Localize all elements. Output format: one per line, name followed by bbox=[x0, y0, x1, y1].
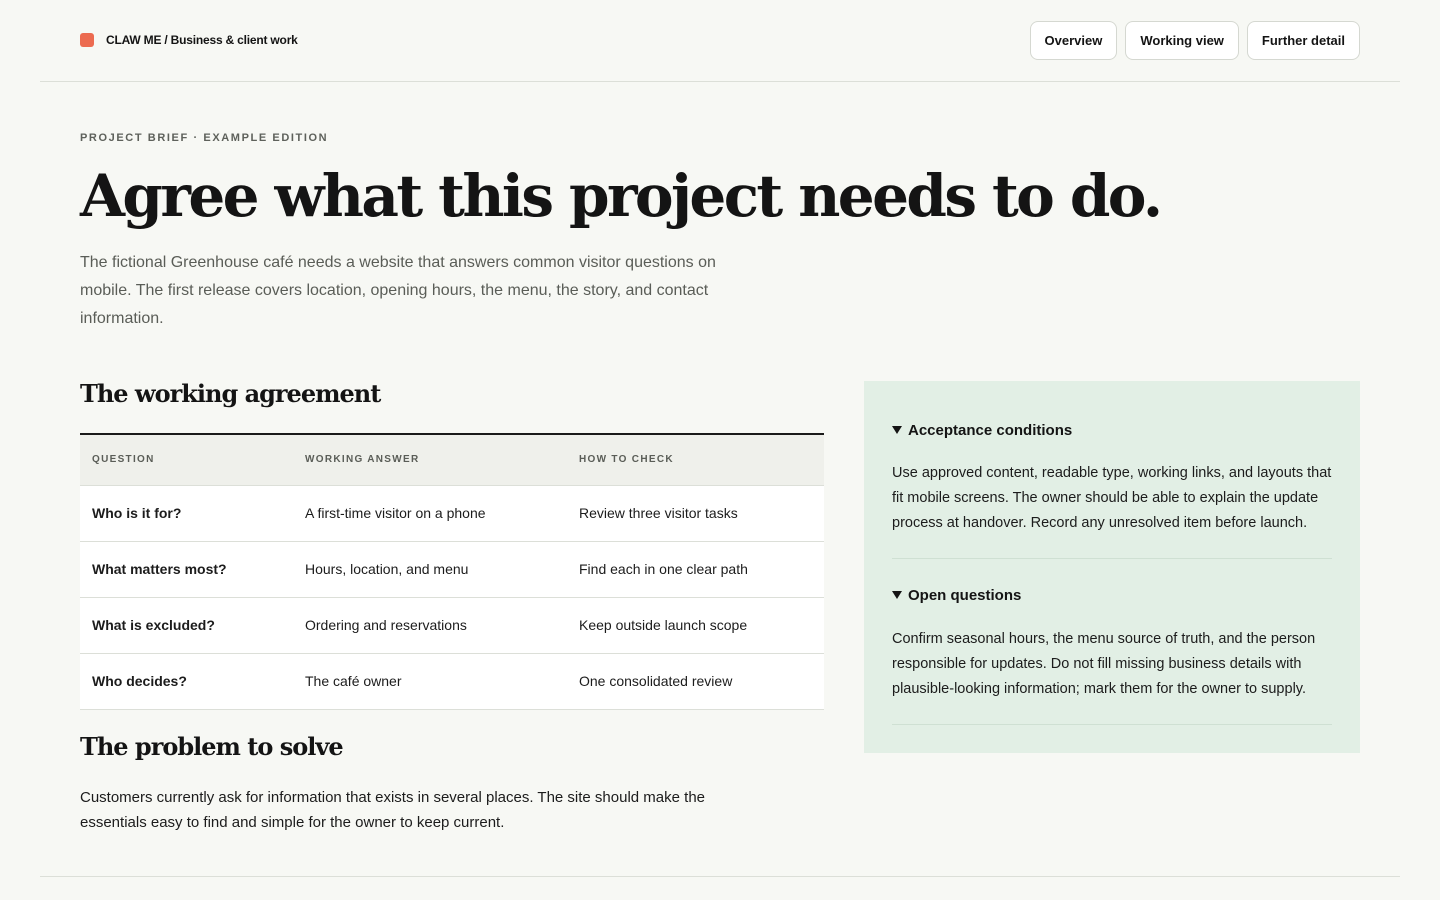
caret-down-icon bbox=[892, 591, 902, 599]
nav-working-view-button[interactable]: Working view bbox=[1125, 21, 1239, 60]
page-title: Agree what this project needs to do. bbox=[80, 162, 1163, 230]
cell-how-to-check: Find each in one clear path bbox=[567, 540, 824, 597]
open-questions-details: Open questions Confirm seasonal hours, t… bbox=[892, 559, 1332, 725]
nav-overview-button[interactable]: Overview bbox=[1029, 21, 1118, 60]
agreement-title: The working agreement bbox=[80, 379, 381, 408]
cell-how-to-check: Review three visitor tasks bbox=[567, 484, 824, 541]
column-header-how-to-check: HOW TO CHECK bbox=[567, 433, 824, 485]
top-bar: CLAW ME / Business & client work Overvie… bbox=[40, 0, 1400, 82]
details-panel: Acceptance conditions Use approved conte… bbox=[864, 381, 1360, 753]
cell-working-answer: Hours, location, and menu bbox=[293, 540, 567, 597]
table-row: Who decides? The café owner One consolid… bbox=[80, 652, 824, 710]
footer-divider bbox=[40, 876, 1400, 877]
cell-how-to-check: One consolidated review bbox=[567, 652, 824, 710]
column-header-question: QUESTION bbox=[80, 433, 293, 485]
acceptance-conditions-toggle[interactable]: Acceptance conditions bbox=[892, 421, 1332, 439]
column-header-working-answer: WORKING ANSWER bbox=[293, 433, 567, 485]
problem-text: Customers currently ask for information … bbox=[80, 789, 705, 831]
cell-question: What is excluded? bbox=[80, 596, 293, 653]
cell-question: What matters most? bbox=[80, 540, 293, 597]
acceptance-conditions-body: Use approved content, readable type, wor… bbox=[892, 465, 1332, 531]
table-row: What matters most? Hours, location, and … bbox=[80, 540, 824, 597]
cell-question: Who decides? bbox=[80, 652, 293, 710]
table-row: Who is it for? A first-time visitor on a… bbox=[80, 484, 824, 541]
cell-question: Who is it for? bbox=[80, 484, 293, 541]
top-nav: Overview Working view Further detail bbox=[1029, 21, 1360, 60]
open-questions-body: Confirm seasonal hours, the menu source … bbox=[892, 631, 1316, 697]
problem-title: The problem to solve bbox=[80, 732, 344, 761]
cell-how-to-check: Keep outside launch scope bbox=[567, 596, 824, 653]
open-questions-toggle[interactable]: Open questions bbox=[892, 586, 1332, 604]
page-lede: The fictional Greenhouse café needs a we… bbox=[80, 254, 716, 327]
cell-working-answer: Ordering and reservations bbox=[293, 596, 567, 653]
open-questions-summary: Open questions bbox=[908, 586, 1022, 604]
cell-working-answer: A first-time visitor on a phone bbox=[293, 484, 567, 541]
acceptance-conditions-summary: Acceptance conditions bbox=[908, 421, 1073, 439]
agreement-table: QUESTION WORKING ANSWER HOW TO CHECK Who… bbox=[80, 433, 824, 710]
eyebrow: PROJECT BRIEF · EXAMPLE EDITION bbox=[80, 132, 329, 144]
caret-down-icon bbox=[892, 426, 902, 434]
brand-name: CLAW ME / Business & client work bbox=[106, 33, 298, 47]
nav-further-detail-button[interactable]: Further detail bbox=[1246, 21, 1360, 60]
table-header-row: QUESTION WORKING ANSWER HOW TO CHECK bbox=[80, 433, 824, 485]
brand[interactable]: CLAW ME / Business & client work bbox=[80, 33, 298, 47]
acceptance-conditions-details: Acceptance conditions Use approved conte… bbox=[892, 381, 1332, 559]
brand-logo-icon bbox=[80, 33, 94, 47]
cell-working-answer: The café owner bbox=[293, 652, 567, 710]
table-row: What is excluded? Ordering and reservati… bbox=[80, 596, 824, 653]
